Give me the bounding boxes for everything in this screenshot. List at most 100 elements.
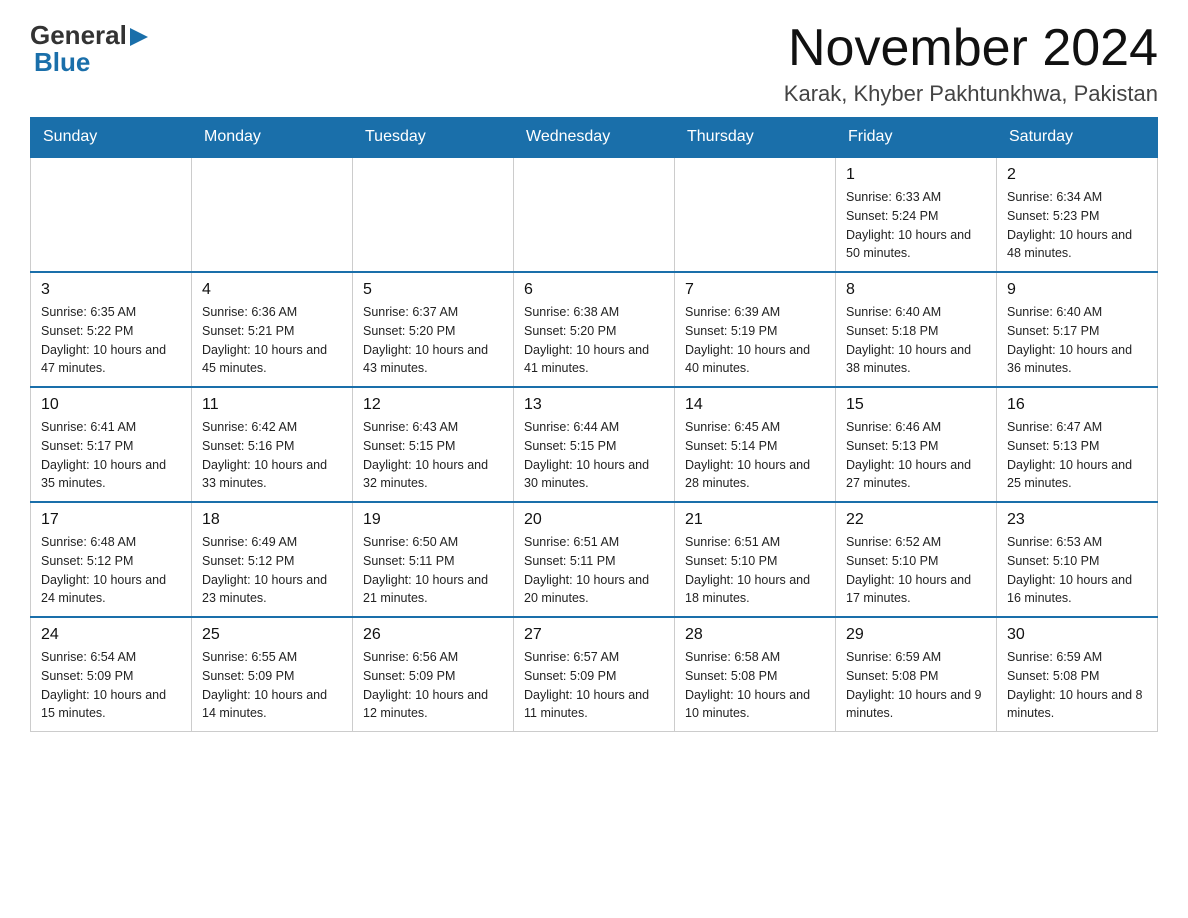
day-number: 8 <box>846 281 986 299</box>
logo: General Blue <box>30 20 150 78</box>
day-number: 19 <box>363 511 503 529</box>
calendar-cell: 24 Sunrise: 6:54 AMSunset: 5:09 PMDayligh… <box>31 617 192 732</box>
day-info: Sunrise: 6:58 AMSunset: 5:08 PMDaylight:… <box>685 648 825 723</box>
day-number: 12 <box>363 396 503 414</box>
calendar-cell: 26Sunrise: 6:56 AMSunset: 5:09 PMDayligh… <box>353 617 514 732</box>
day-info: Sunrise: 6:41 AMSunset: 5:17 PMDaylight:… <box>41 418 181 493</box>
day-number: 2 <box>1007 166 1147 184</box>
calendar-cell: 5Sunrise: 6:37 AMSunset: 5:20 PMDaylight… <box>353 272 514 387</box>
calendar-cell: 11Sunrise: 6:42 AMSunset: 5:16 PMDayligh… <box>192 387 353 502</box>
day-info: Sunrise: 6:45 AMSunset: 5:14 PMDaylight:… <box>685 418 825 493</box>
day-info: Sunrise: 6:33 AMSunset: 5:24 PMDaylight:… <box>846 188 986 263</box>
calendar-header-wednesday: Wednesday <box>514 118 675 158</box>
day-number: 26 <box>363 626 503 644</box>
day-info: Sunrise: 6:40 AMSunset: 5:18 PMDaylight:… <box>846 303 986 378</box>
day-number: 28 <box>685 626 825 644</box>
calendar-cell: 27 Sunrise: 6:57 AMSunset: 5:09 PMDayligh… <box>514 617 675 732</box>
day-info: Sunrise: 6:59 AMSunset: 5:08 PMDaylight:… <box>1007 648 1147 723</box>
day-number: 25 <box>202 626 342 644</box>
day-info: Sunrise: 6:54 AMSunset: 5:09 PMDaylight:… <box>41 648 181 723</box>
calendar-cell: 25 Sunrise: 6:55 AMSunset: 5:09 PMDayligh… <box>192 617 353 732</box>
calendar-week-row: 24 Sunrise: 6:54 AMSunset: 5:09 PMDayligh… <box>31 617 1158 732</box>
day-info: Sunrise: 6:49 AMSunset: 5:12 PMDaylight:… <box>202 533 342 608</box>
calendar-cell: 28 Sunrise: 6:58 AMSunset: 5:08 PMDayligh… <box>675 617 836 732</box>
day-number: 27 <box>524 626 664 644</box>
calendar-header-tuesday: Tuesday <box>353 118 514 158</box>
calendar-table: SundayMondayTuesdayWednesdayThursdayFrid… <box>30 117 1158 732</box>
calendar-cell: 17 Sunrise: 6:48 AMSunset: 5:12 PMDayligh… <box>31 502 192 617</box>
day-info: Sunrise: 6:48 AMSunset: 5:12 PMDaylight:… <box>41 533 181 608</box>
calendar-cell: 18 Sunrise: 6:49 AMSunset: 5:12 PMDayligh… <box>192 502 353 617</box>
day-number: 18 <box>202 511 342 529</box>
calendar-cell <box>353 157 514 272</box>
day-info: Sunrise: 6:35 AMSunset: 5:22 PMDaylight:… <box>41 303 181 378</box>
day-number: 5 <box>363 281 503 299</box>
calendar-cell: 16 Sunrise: 6:47 AMSunset: 5:13 PMDayligh… <box>997 387 1158 502</box>
day-number: 13 <box>524 396 664 414</box>
calendar-header-friday: Friday <box>836 118 997 158</box>
calendar-cell: 19 Sunrise: 6:50 AMSunset: 5:11 PMDayligh… <box>353 502 514 617</box>
calendar-week-row: 17 Sunrise: 6:48 AMSunset: 5:12 PMDayligh… <box>31 502 1158 617</box>
day-info: Sunrise: 6:53 AMSunset: 5:10 PMDaylight:… <box>1007 533 1147 608</box>
day-number: 20 <box>524 511 664 529</box>
day-number: 23 <box>1007 511 1147 529</box>
day-number: 10 <box>41 396 181 414</box>
day-info: Sunrise: 6:38 AMSunset: 5:20 PMDaylight:… <box>524 303 664 378</box>
calendar-cell: 4 Sunrise: 6:36 AMSunset: 5:21 PMDaylight… <box>192 272 353 387</box>
day-number: 30 <box>1007 626 1147 644</box>
subtitle: Karak, Khyber Pakhtunkhwa, Pakistan <box>784 81 1158 107</box>
page-header: General Blue November 2024 Karak, Khyber… <box>30 20 1158 107</box>
day-number: 11 <box>202 396 342 414</box>
calendar-cell: 3 Sunrise: 6:35 AMSunset: 5:22 PMDaylight… <box>31 272 192 387</box>
day-info: Sunrise: 6:55 AMSunset: 5:09 PMDaylight:… <box>202 648 342 723</box>
day-info: Sunrise: 6:51 AMSunset: 5:10 PMDaylight:… <box>685 533 825 608</box>
calendar-cell: 15 Sunrise: 6:46 AMSunset: 5:13 PMDayligh… <box>836 387 997 502</box>
day-number: 14 <box>685 396 825 414</box>
day-info: Sunrise: 6:47 AMSunset: 5:13 PMDaylight:… <box>1007 418 1147 493</box>
calendar-cell: 21 Sunrise: 6:51 AMSunset: 5:10 PMDayligh… <box>675 502 836 617</box>
calendar-cell: 12 Sunrise: 6:43 AMSunset: 5:15 PMDayligh… <box>353 387 514 502</box>
calendar-cell: 30 Sunrise: 6:59 AMSunset: 5:08 PMDayligh… <box>997 617 1158 732</box>
day-number: 22 <box>846 511 986 529</box>
day-number: 15 <box>846 396 986 414</box>
calendar-cell <box>192 157 353 272</box>
day-info: Sunrise: 6:46 AMSunset: 5:13 PMDaylight:… <box>846 418 986 493</box>
calendar-cell: 8 Sunrise: 6:40 AMSunset: 5:18 PMDaylight… <box>836 272 997 387</box>
day-info: Sunrise: 6:44 AMSunset: 5:15 PMDaylight:… <box>524 418 664 493</box>
calendar-cell: 29Sunrise: 6:59 AMSunset: 5:08 PMDayligh… <box>836 617 997 732</box>
calendar-cell <box>675 157 836 272</box>
calendar-header-monday: Monday <box>192 118 353 158</box>
day-info: Sunrise: 6:57 AMSunset: 5:09 PMDaylight:… <box>524 648 664 723</box>
calendar-header-row: SundayMondayTuesdayWednesdayThursdayFrid… <box>31 118 1158 158</box>
calendar-header-saturday: Saturday <box>997 118 1158 158</box>
day-number: 21 <box>685 511 825 529</box>
day-info: Sunrise: 6:50 AMSunset: 5:11 PMDaylight:… <box>363 533 503 608</box>
calendar-cell: 22 Sunrise: 6:52 AMSunset: 5:10 PMDayligh… <box>836 502 997 617</box>
calendar-cell: 14 Sunrise: 6:45 AMSunset: 5:14 PMDayligh… <box>675 387 836 502</box>
day-info: Sunrise: 6:52 AMSunset: 5:10 PMDaylight:… <box>846 533 986 608</box>
day-number: 1 <box>846 166 986 184</box>
calendar-header-thursday: Thursday <box>675 118 836 158</box>
calendar-cell: 13 Sunrise: 6:44 AMSunset: 5:15 PMDayligh… <box>514 387 675 502</box>
day-number: 4 <box>202 281 342 299</box>
day-info: Sunrise: 6:43 AMSunset: 5:15 PMDaylight:… <box>363 418 503 493</box>
calendar-week-row: 3 Sunrise: 6:35 AMSunset: 5:22 PMDaylight… <box>31 272 1158 387</box>
calendar-cell: 9Sunrise: 6:40 AMSunset: 5:17 PMDaylight… <box>997 272 1158 387</box>
day-info: Sunrise: 6:39 AMSunset: 5:19 PMDaylight:… <box>685 303 825 378</box>
calendar-cell <box>31 157 192 272</box>
logo-blue-text: Blue <box>34 47 90 77</box>
day-info: Sunrise: 6:36 AMSunset: 5:21 PMDaylight:… <box>202 303 342 378</box>
calendar-cell: 7Sunrise: 6:39 AMSunset: 5:19 PMDaylight… <box>675 272 836 387</box>
day-number: 16 <box>1007 396 1147 414</box>
day-number: 3 <box>41 281 181 299</box>
day-info: Sunrise: 6:51 AMSunset: 5:11 PMDaylight:… <box>524 533 664 608</box>
calendar-cell: 6Sunrise: 6:38 AMSunset: 5:20 PMDaylight… <box>514 272 675 387</box>
day-number: 9 <box>1007 281 1147 299</box>
calendar-cell: 2 Sunrise: 6:34 AMSunset: 5:23 PMDaylight… <box>997 157 1158 272</box>
calendar-cell: 23 Sunrise: 6:53 AMSunset: 5:10 PMDayligh… <box>997 502 1158 617</box>
calendar-cell: 20 Sunrise: 6:51 AMSunset: 5:11 PMDayligh… <box>514 502 675 617</box>
day-number: 17 <box>41 511 181 529</box>
day-info: Sunrise: 6:34 AMSunset: 5:23 PMDaylight:… <box>1007 188 1147 263</box>
logo-arrow-icon <box>130 26 150 48</box>
day-number: 24 <box>41 626 181 644</box>
